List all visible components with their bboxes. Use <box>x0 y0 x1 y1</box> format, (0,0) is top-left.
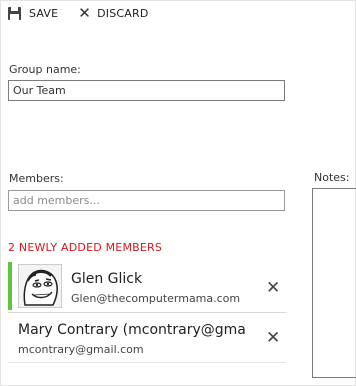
discard-label: DISCARD <box>97 6 149 20</box>
notes-textarea[interactable] <box>312 188 356 378</box>
remove-member-button[interactable]: ✕ <box>266 330 280 347</box>
meme-face-avatar-icon <box>19 265 61 307</box>
member-email: Glen@thecomputermama.com <box>71 292 241 305</box>
avatar <box>18 264 62 308</box>
selected-indicator <box>8 262 12 310</box>
member-name: Mary Contrary (mcontrary@gma <box>18 322 246 338</box>
save-button[interactable]: SAVE <box>8 6 59 20</box>
divider <box>8 362 286 363</box>
save-icon <box>8 6 21 20</box>
group-name-input[interactable]: Our Team <box>8 80 285 101</box>
remove-member-button[interactable]: ✕ <box>266 280 280 297</box>
member-item[interactable]: Mary Contrary (mcontrary@gma mcontrary@g… <box>8 316 286 364</box>
toolbar: SAVE ✕ DISCARD <box>8 4 149 22</box>
new-members-header: 2 NEWLY ADDED MEMBERS <box>8 241 163 254</box>
divider <box>8 312 286 313</box>
member-name: Glen Glick <box>71 271 143 287</box>
add-members-input[interactable]: add members... <box>8 190 285 211</box>
notes-label: Notes: <box>314 171 350 184</box>
member-email: mcontrary@gmail.com <box>18 343 144 356</box>
members-label: Members: <box>9 172 64 185</box>
group-name-label: Group name: <box>9 63 81 76</box>
discard-button[interactable]: ✕ DISCARD <box>78 4 149 22</box>
member-item[interactable]: Glen Glick Glen@thecomputermama.com ✕ <box>8 262 286 310</box>
save-label: SAVE <box>29 6 59 20</box>
close-icon: ✕ <box>78 4 92 22</box>
